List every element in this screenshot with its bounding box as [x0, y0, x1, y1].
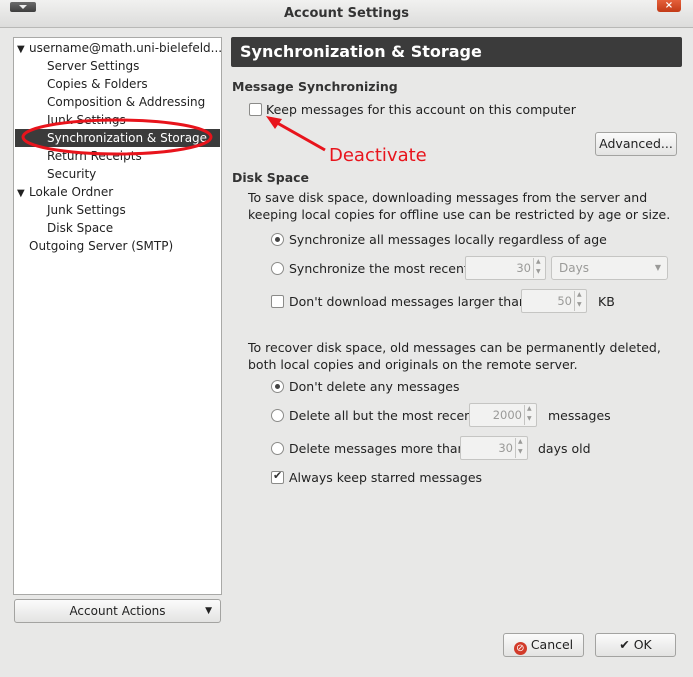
- expand-triangle-icon[interactable]: ▼: [17, 185, 29, 203]
- account-actions-button[interactable]: Account Actions ▼: [14, 599, 221, 623]
- delete-all-but-radio[interactable]: [271, 409, 284, 422]
- sync-all-radio[interactable]: [271, 233, 284, 246]
- title-bar: Account Settings ×: [0, 0, 693, 28]
- message-sync-heading: Message Synchronizing: [232, 79, 398, 94]
- tree-item-composition[interactable]: Composition & Addressing: [47, 93, 205, 111]
- chevron-down-icon: ▼: [654, 263, 661, 272]
- sync-recent-label[interactable]: Synchronize the most recent: [289, 261, 469, 276]
- tree-item-return-receipts[interactable]: Return Receipts: [47, 147, 142, 165]
- cancel-button[interactable]: ⊘ Cancel: [503, 633, 584, 657]
- window-title: Account Settings: [283, 6, 410, 21]
- keep-recent-stepper[interactable]: 2000: [469, 403, 537, 427]
- annotation-arrow-line: [271, 118, 326, 152]
- sync-recent-stepper[interactable]: 30: [465, 256, 546, 280]
- delete-older-label[interactable]: Delete messages more than: [289, 441, 465, 456]
- tree-item-security[interactable]: Security: [47, 165, 96, 183]
- stepper-arrows-icon[interactable]: [574, 291, 585, 311]
- tree-item-copies-folders[interactable]: Copies & Folders: [47, 75, 148, 93]
- dropdown-arrow-icon: ▼: [205, 606, 212, 616]
- dont-download-checkbox[interactable]: [271, 295, 284, 308]
- stepper-arrows-icon[interactable]: [524, 405, 535, 425]
- account-settings-window: Account Settings × ▼ username@math.uni-bi…: [0, 0, 693, 677]
- tree-item-local-junk-settings[interactable]: Junk Settings: [47, 201, 126, 219]
- sync-all-label[interactable]: Synchronize all messages locally regardl…: [289, 232, 607, 247]
- dont-delete-radio[interactable]: [271, 380, 284, 393]
- cancel-icon: ⊘: [513, 642, 527, 655]
- account-tree[interactable]: ▼ username@math.uni-bielefeld... Server S…: [13, 37, 222, 595]
- tree-item-outgoing-server[interactable]: Outgoing Server (SMTP): [29, 237, 173, 255]
- dont-download-label[interactable]: Don't download messages larger than: [289, 294, 527, 309]
- tree-item-server-settings[interactable]: Server Settings: [47, 57, 139, 75]
- ok-button[interactable]: ✔ OK: [595, 633, 676, 657]
- dont-delete-label[interactable]: Don't delete any messages: [289, 379, 460, 394]
- expand-triangle-icon[interactable]: ▼: [17, 41, 29, 59]
- sync-recent-radio[interactable]: [271, 262, 284, 275]
- stepper-arrows-icon[interactable]: [533, 258, 544, 278]
- annotation-label: Deactivate: [329, 145, 427, 166]
- max-size-stepper[interactable]: 50: [521, 289, 587, 313]
- disk-space-description: To save disk space, downloading messages…: [248, 190, 671, 222]
- delete-all-but-label[interactable]: Delete all but the most recent: [289, 408, 477, 423]
- page-title: Synchronization & Storage: [231, 37, 682, 67]
- older-than-stepper[interactable]: 30: [460, 436, 528, 460]
- size-unit-label: KB: [598, 294, 615, 309]
- tree-item-sync-storage[interactable]: Synchronization & Storage: [15, 129, 220, 147]
- delete-older-radio[interactable]: [271, 442, 284, 455]
- disk-space-heading: Disk Space: [232, 170, 310, 185]
- recover-description: To recover disk space, old messages can …: [248, 340, 661, 372]
- tree-item-disk-space[interactable]: Disk Space: [47, 219, 113, 237]
- keep-starred-label[interactable]: Always keep starred messages: [289, 470, 482, 485]
- advanced-button[interactable]: Advanced...: [595, 132, 677, 156]
- annotation-arrow-head: [266, 116, 282, 129]
- days-old-label: days old: [538, 441, 591, 456]
- checkmark-icon: ✔: [619, 637, 630, 652]
- tree-item-junk-settings[interactable]: Junk Settings: [47, 111, 126, 129]
- messages-unit-label: messages: [548, 408, 611, 423]
- stepper-arrows-icon[interactable]: [515, 438, 526, 458]
- keep-starred-checkbox[interactable]: [271, 469, 284, 484]
- keep-messages-checkbox[interactable]: [249, 103, 262, 116]
- keep-messages-label[interactable]: Keep messages for this account on this c…: [266, 102, 576, 117]
- tree-item-account[interactable]: ▼ username@math.uni-bielefeld...: [17, 39, 222, 57]
- tree-item-local-folders[interactable]: ▼ Lokale Ordner: [17, 183, 113, 201]
- close-window-button[interactable]: ×: [657, 0, 681, 12]
- sync-recent-unit-select[interactable]: Days ▼: [551, 256, 668, 280]
